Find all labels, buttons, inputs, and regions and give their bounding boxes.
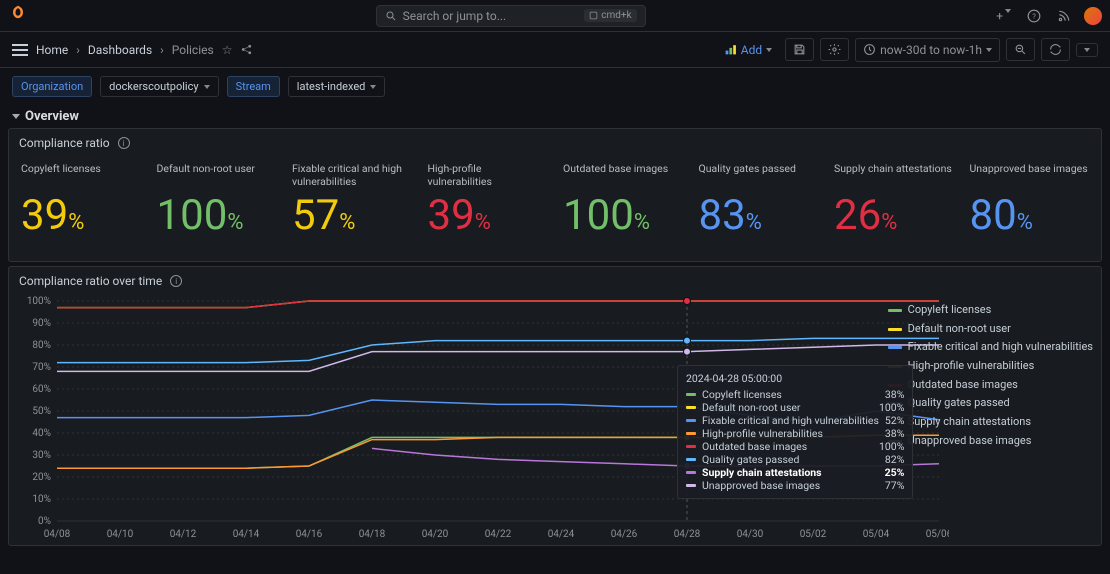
panel-title: Compliance ratio over time — [19, 274, 162, 288]
stat-value: 39% — [428, 191, 491, 240]
svg-text:50%: 50% — [32, 406, 51, 417]
svg-text:05/06: 05/06 — [926, 529, 949, 540]
search-input[interactable]: Search or jump to... cmd+k — [376, 5, 646, 27]
stat-unapproved-base-images: Unapproved base images 80% — [962, 163, 1098, 237]
variables-bar: Organization dockerscoutpolicy Stream la… — [0, 68, 1110, 105]
svg-text:04/30: 04/30 — [737, 529, 764, 540]
stat-value: 83% — [699, 191, 762, 240]
svg-text:04/24: 04/24 — [548, 529, 575, 540]
stat-high-profile-vulnerabilities: High-profile vulnerabilities 39% — [420, 163, 556, 237]
chart-legend: Copyleft licensesDefault non-root userFi… — [888, 301, 1093, 451]
stat-default-non-root-user: Default non-root user 100% — [149, 163, 285, 237]
stat-value: 57% — [292, 191, 355, 240]
breadcrumb-bar: Home › Dashboards › Policies ☆ Add now-3… — [0, 32, 1110, 68]
share-icon[interactable] — [240, 43, 253, 56]
svg-text:04/28: 04/28 — [674, 529, 701, 540]
stat-quality-gates-passed: Quality gates passed 83% — [691, 163, 827, 237]
stat-value: 39% — [21, 191, 84, 240]
time-range-picker[interactable]: now-30d to now-1h — [855, 38, 1000, 62]
legend-item[interactable]: Supply chain attestations — [888, 413, 1093, 432]
svg-text:100%: 100% — [27, 296, 51, 307]
stat-label: Default non-root user — [157, 163, 277, 189]
stat-label: High-profile vulnerabilities — [428, 163, 548, 189]
add-menu-button[interactable]: + — [993, 6, 1014, 26]
stat-grid: Copyleft licenses 39%Default non-root us… — [9, 157, 1101, 261]
search-hint: cmd+k — [584, 9, 636, 22]
user-avatar[interactable] — [1084, 7, 1102, 25]
stat-fixable-critical-and-high-vulnerabilities: Fixable critical and high vulnerabilitie… — [284, 163, 420, 237]
svg-text:05/02: 05/02 — [800, 529, 827, 540]
stat-value: 80% — [970, 191, 1033, 240]
svg-text:30%: 30% — [32, 450, 51, 461]
svg-text:04/08: 04/08 — [44, 529, 71, 540]
svg-text:04/22: 04/22 — [485, 529, 512, 540]
search-placeholder: Search or jump to... — [403, 9, 507, 23]
stat-value: 26% — [834, 191, 897, 240]
legend-item[interactable]: Quality gates passed — [888, 394, 1093, 413]
zoom-out-button[interactable] — [1006, 38, 1035, 61]
svg-text:70%: 70% — [32, 362, 51, 373]
stat-label: Supply chain attestations — [834, 163, 954, 189]
refresh-button[interactable] — [1041, 38, 1070, 61]
crumb-home[interactable]: Home — [36, 43, 68, 57]
panel-title: Compliance ratio — [19, 136, 110, 150]
svg-text:?: ? — [1032, 11, 1036, 20]
stat-supply-chain-attestations: Supply chain attestations 26% — [826, 163, 962, 237]
svg-text:05/04: 05/04 — [863, 529, 890, 540]
crumb-dashboards[interactable]: Dashboards — [88, 43, 152, 57]
stat-label: Copyleft licenses — [21, 163, 141, 189]
star-icon[interactable]: ☆ — [222, 43, 233, 57]
svg-text:90%: 90% — [32, 318, 51, 329]
svg-text:04/20: 04/20 — [422, 529, 449, 540]
svg-text:40%: 40% — [32, 428, 51, 439]
svg-text:04/12: 04/12 — [170, 529, 197, 540]
legend-item[interactable]: Fixable critical and high vulnerabilitie… — [888, 338, 1093, 357]
stat-label: Quality gates passed — [699, 163, 819, 189]
var-stream-value[interactable]: latest-indexed — [288, 76, 386, 97]
svg-text:60%: 60% — [32, 384, 51, 395]
svg-text:04/26: 04/26 — [611, 529, 638, 540]
svg-text:10%: 10% — [32, 494, 51, 505]
var-stream-label: Stream — [227, 76, 280, 97]
stat-value: 100% — [563, 191, 650, 240]
stat-label: Fixable critical and high vulnerabilitie… — [292, 163, 412, 189]
svg-text:04/10: 04/10 — [107, 529, 134, 540]
svg-text:04/18: 04/18 — [359, 529, 386, 540]
add-panel-button[interactable]: Add — [717, 39, 779, 61]
panel-compliance-over-time: Compliance ratio over time i 0% 10% 20% 30% 4… — [8, 266, 1102, 546]
stat-outdated-base-images: Outdated base images 100% — [555, 163, 691, 237]
chart-tooltip: 2024-04-28 05:00:00Copyleft licenses38%D… — [677, 365, 913, 499]
stat-value: 100% — [157, 191, 244, 240]
chevron-down-icon — [12, 114, 20, 119]
legend-item[interactable]: Unapproved base images — [888, 432, 1093, 451]
svg-text:0%: 0% — [38, 516, 51, 527]
stat-copyleft-licenses: Copyleft licenses 39% — [13, 163, 149, 237]
info-icon[interactable]: i — [118, 137, 130, 149]
menu-icon[interactable] — [12, 44, 28, 56]
stat-label: Outdated base images — [563, 163, 683, 189]
top-bar: Search or jump to... cmd+k + ? — [0, 0, 1110, 32]
svg-text:20%: 20% — [32, 472, 51, 483]
search-icon — [385, 10, 397, 22]
stat-label: Unapproved base images — [970, 163, 1090, 189]
panel-compliance-ratio: Compliance ratioi Copyleft licenses 39%D… — [8, 128, 1102, 262]
row-overview[interactable]: Overview — [0, 105, 1110, 124]
refresh-interval-picker[interactable] — [1076, 43, 1098, 57]
svg-text:04/14: 04/14 — [233, 529, 260, 540]
crumb-current: Policies — [172, 43, 214, 57]
help-icon[interactable]: ? — [1024, 6, 1044, 26]
svg-text:04/16: 04/16 — [296, 529, 323, 540]
info-icon[interactable]: i — [170, 275, 182, 287]
svg-text:80%: 80% — [32, 340, 51, 351]
legend-item[interactable]: Outdated base images — [888, 376, 1093, 395]
legend-item[interactable]: Copyleft licenses — [888, 301, 1093, 320]
legend-item[interactable]: High-profile vulnerabilities — [888, 357, 1093, 376]
settings-button[interactable] — [820, 38, 849, 61]
save-button[interactable] — [785, 38, 814, 61]
news-icon[interactable] — [1054, 6, 1074, 26]
var-org-value[interactable]: dockerscoutpolicy — [100, 76, 218, 97]
legend-item[interactable]: Default non-root user — [888, 320, 1093, 339]
grafana-logo-icon[interactable] — [8, 4, 28, 27]
var-org-label: Organization — [12, 76, 92, 97]
